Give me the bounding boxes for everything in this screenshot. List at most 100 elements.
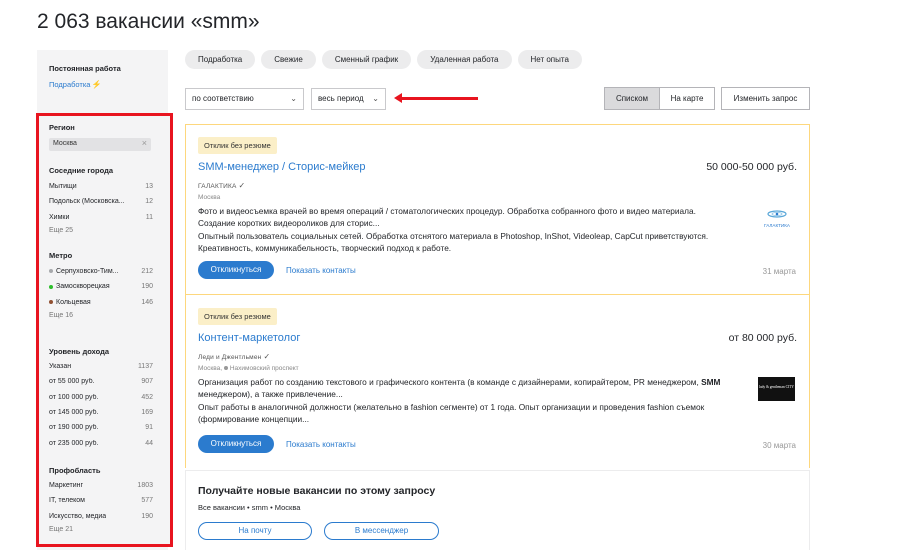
description-line: Организация работ по созданию текстового…: [198, 376, 738, 388]
view-map-button[interactable]: На карте: [659, 87, 715, 110]
chip-shift-schedule[interactable]: Сменный график: [321, 50, 412, 69]
vacancy-title-link[interactable]: SMM-менеджер / Сторис-мейкер: [198, 161, 366, 173]
company-name[interactable]: ГАЛАКТИКА ✓: [198, 181, 245, 190]
option-label: Кольцевая: [56, 298, 91, 306]
filter-heading: Уровень дохода: [49, 347, 110, 356]
option-count: 169: [141, 409, 153, 417]
chip-remote[interactable]: Удаленная работа: [417, 50, 512, 69]
filter-option[interactable]: Указан 1137: [49, 359, 153, 374]
filter-option[interactable]: от 100 000 руб. 452: [49, 390, 153, 405]
filter-option[interactable]: Подольск (Московска... 12: [49, 194, 153, 209]
option-count: 212: [141, 268, 153, 276]
description-line: Креативность, коммуникабельность, творче…: [198, 243, 452, 254]
sort-select[interactable]: по соответствию ⌄: [185, 88, 304, 110]
region-value: Москва: [53, 140, 77, 147]
view-list-button[interactable]: Списком: [604, 87, 660, 110]
sort-select-value: по соответствию: [192, 94, 254, 103]
metro-line-dot-icon: [49, 284, 53, 289]
filter-option[interactable]: Замоскворецкая 190: [49, 279, 153, 294]
option-count: 44: [145, 439, 153, 447]
filter-option[interactable]: Химки 11: [49, 210, 153, 225]
show-more-link[interactable]: Еще 16: [49, 312, 153, 319]
job-type-label: Постоянная работа: [49, 64, 121, 73]
vacancy-list: Отклик без резюме SMM-менеджер / Сторис-…: [185, 124, 810, 468]
option-label: от 145 000 руб.: [49, 409, 99, 417]
vacancy-card: Отклик без резюме SMM-менеджер / Сторис-…: [186, 125, 809, 295]
job-type-link[interactable]: Подработка⚡: [49, 80, 101, 89]
option-label: от 190 000 руб.: [49, 424, 99, 432]
option-count: 190: [141, 283, 153, 291]
logo-text: ГАЛАКТИКА: [764, 223, 791, 228]
filter-option[interactable]: от 55 000 руб. 907: [49, 374, 153, 389]
filter-option[interactable]: Кольцевая 146: [49, 295, 153, 310]
filter-option[interactable]: IT, телеком 577: [49, 493, 153, 508]
option-count: 190: [141, 512, 153, 520]
description-line: Фото и видеосъемка врачей во время опера…: [198, 206, 696, 216]
option-label: Подольск (Московска...: [49, 198, 125, 206]
description-text: Организация работ по созданию текстового…: [198, 377, 702, 387]
option-label: от 235 000 руб.: [49, 439, 99, 447]
filter-metro: Метро Серпуховско-Тим... 212 Замоскворецк…: [49, 251, 153, 319]
option-count: 1137: [137, 363, 153, 371]
filter-heading: Профобласть: [49, 466, 101, 475]
filter-option[interactable]: от 145 000 руб. 169: [49, 405, 153, 420]
vacancy-title-link[interactable]: Контент-маркетолог: [198, 332, 300, 344]
period-select[interactable]: весь период ⌄: [311, 88, 386, 110]
filter-option[interactable]: Маркетинг 1803: [49, 478, 153, 493]
company-name[interactable]: Леди и Джентльмен ✓: [198, 352, 270, 361]
metro-line-dot-icon: [49, 269, 53, 274]
filter-option[interactable]: Серпуховско-Тим... 212: [49, 264, 153, 279]
job-type-link-text: Подработка: [49, 80, 91, 89]
no-resume-badge: Отклик без резюме: [198, 137, 277, 154]
company-logo[interactable]: ГАЛАКТИКА: [759, 208, 795, 228]
subscribe-messenger-button[interactable]: В мессенджер: [324, 522, 439, 540]
vacancy-salary: 50 000-50 000 руб.: [706, 161, 797, 173]
chevron-down-icon: ⌄: [290, 94, 297, 103]
option-label: от 100 000 руб.: [49, 393, 99, 401]
page-title: 2 063 вакансии «smm»: [37, 10, 260, 33]
filter-option[interactable]: от 235 000 руб. 44: [49, 435, 153, 450]
filter-heading: Соседние города: [49, 166, 113, 175]
vacancy-description: Фото и видеосъемка врачей во время опера…: [198, 205, 738, 255]
vacancy-city: Москва,: [198, 365, 222, 372]
show-contacts-link[interactable]: Показать контакты: [286, 266, 356, 275]
subscribe-title: Получайте новые вакансии по этому запрос…: [198, 485, 436, 497]
vacancy-metro: Нахимовский проспект: [229, 365, 299, 372]
filter-nearby: Соседние города Мытищи 13 Подольск (Моско…: [49, 166, 153, 234]
galaxy-logo-icon: ГАЛАКТИКА: [764, 210, 791, 228]
respond-button[interactable]: Откликнуться: [198, 435, 274, 453]
option-count: 452: [141, 393, 153, 401]
option-count: 11: [145, 213, 153, 221]
chip-no-experience[interactable]: Нет опыта: [517, 50, 582, 69]
show-contacts-link[interactable]: Показать контакты: [286, 440, 356, 449]
filter-option[interactable]: Искусство, медиа 190: [49, 509, 153, 524]
lady-gentleman-logo-icon: lady & gentleman CITY: [759, 385, 794, 389]
close-icon[interactable]: ×: [142, 138, 147, 148]
subscribe-email-button[interactable]: На почту: [198, 522, 312, 540]
description-line: менеджером), а также привлечение...: [198, 389, 343, 400]
company-name-text: Леди и Джентльмен: [198, 354, 262, 361]
option-label: Маркетинг: [49, 482, 84, 490]
vacancy-location: Москва, Нахимовский проспект: [198, 365, 299, 372]
chip-part-time[interactable]: Подработка: [185, 50, 256, 69]
change-query-button[interactable]: Изменить запрос: [721, 87, 810, 110]
lightning-icon: ⚡: [91, 80, 102, 89]
option-label: Мытищи: [49, 183, 77, 191]
company-logo[interactable]: lady & gentleman CITY: [758, 377, 795, 401]
option-label: Химки: [49, 213, 70, 221]
filter-option[interactable]: от 190 000 руб. 91: [49, 420, 153, 435]
option-count: 1803: [137, 482, 153, 490]
filter-option[interactable]: Мытищи 13: [49, 179, 153, 194]
show-more-link[interactable]: Еще 25: [49, 227, 153, 234]
chip-fresh[interactable]: Свежие: [261, 50, 316, 69]
filter-region: Регион Москва ×: [49, 123, 153, 151]
option-count: 577: [141, 497, 153, 505]
respond-button[interactable]: Откликнуться: [198, 261, 274, 279]
show-more-link[interactable]: Еще 21: [49, 526, 153, 533]
annotation-arrow: [394, 93, 478, 103]
description-line: Создание коротких видеороликов для стори…: [198, 218, 380, 229]
option-count: 91: [145, 424, 153, 432]
option-label: от 55 000 руб.: [49, 378, 95, 386]
region-chip[interactable]: Москва ×: [49, 138, 151, 151]
filter-heading: Регион: [49, 123, 75, 132]
